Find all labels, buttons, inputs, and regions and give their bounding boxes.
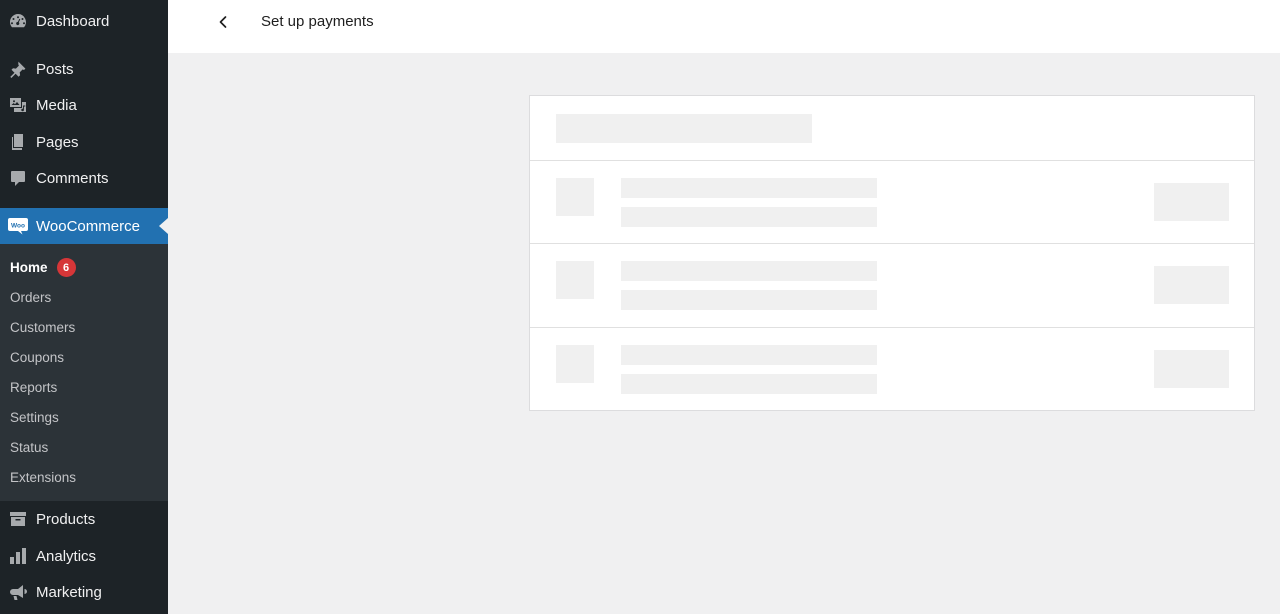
menu-item-dashboard[interactable]: Dashboard [0,4,168,38]
menu-label: Posts [36,60,74,78]
menu-label: Pages [36,133,79,151]
admin-sidebar: Dashboard Posts Media Pages Comments Woo [0,0,168,614]
submenu-label: Home [10,260,48,275]
submenu-label: Orders [10,290,52,305]
comment-icon [0,161,36,195]
payment-row-placeholder [530,328,1254,411]
submenu-label: Settings [10,410,59,425]
button-placeholder [1154,183,1229,221]
submenu-item-settings[interactable]: Settings [10,410,59,425]
menu-label: Media [36,96,77,114]
menu-item-posts[interactable]: Posts [0,52,168,86]
menu-label: Dashboard [36,12,110,30]
logo-placeholder [556,261,594,299]
media-icon [0,88,36,122]
back-button[interactable] [210,9,236,35]
submenu-item-extensions[interactable]: Extensions [10,470,76,485]
payment-row-placeholder [530,245,1254,328]
submenu-label: Customers [10,320,76,335]
logo-placeholder [556,345,594,383]
text-line-placeholder [621,374,877,394]
woocommerce-submenu: Home 6 Orders Customers Coupons Reports … [0,244,168,501]
menu-item-comments[interactable]: Comments [0,161,168,195]
menu-item-products[interactable]: Products [0,502,168,536]
button-placeholder [1154,350,1229,388]
text-line-placeholder [621,261,877,281]
submenu-item-reports[interactable]: Reports [10,380,57,395]
payment-row-placeholder [530,161,1254,244]
menu-label: WooCommerce [36,217,140,235]
submenu-label: Coupons [10,350,65,365]
card-header-placeholder [530,96,1254,161]
logo-placeholder [556,178,594,216]
page-title: Set up payments [261,13,374,30]
pages-icon [0,125,36,159]
submenu-item-customers[interactable]: Customers [10,320,75,335]
button-placeholder [1154,266,1229,304]
menu-item-media[interactable]: Media [0,88,168,122]
current-menu-indicator [159,218,168,234]
dashboard-icon [0,4,36,38]
page-header: Set up payments [168,0,1280,53]
menu-label: Marketing [36,583,102,601]
submenu-item-orders[interactable]: Orders [10,290,51,305]
text-line-placeholder [621,178,877,198]
submenu-label: Extensions [10,470,77,485]
submenu-label: Reports [10,380,58,395]
title-placeholder [556,114,812,143]
megaphone-icon [0,575,36,609]
submenu-item-coupons[interactable]: Coupons [10,350,64,365]
text-line-placeholder [621,207,877,227]
payment-methods-card-placeholder [529,95,1255,411]
pin-icon [0,52,36,86]
menu-label: Products [36,510,96,528]
menu-item-analytics[interactable]: Analytics [0,539,168,573]
menu-label: Comments [36,169,109,187]
chevron-left-icon [219,16,227,28]
bar-chart-icon [0,539,36,573]
menu-item-pages[interactable]: Pages [0,125,168,159]
archive-icon [0,502,36,536]
woo-icon: Woo [0,209,36,243]
text-line-placeholder [621,345,877,365]
menu-item-marketing[interactable]: Marketing [0,575,168,609]
submenu-item-home[interactable]: Home 6 [10,258,76,277]
svg-text:Woo: Woo [11,223,25,230]
submenu-label: Status [10,440,49,455]
submenu-item-status[interactable]: Status [10,440,48,455]
menu-item-woocommerce[interactable]: Woo WooCommerce [0,208,168,244]
notification-badge: 6 [56,258,76,277]
text-line-placeholder [621,290,877,310]
menu-label: Analytics [36,547,97,565]
